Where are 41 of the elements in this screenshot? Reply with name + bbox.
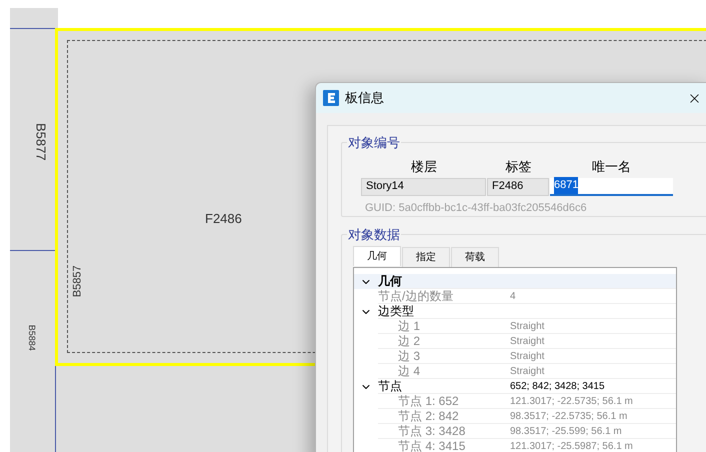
column-header: 标签 <box>504 158 532 176</box>
property-label: 几何 <box>378 274 403 288</box>
property-label: 边 2 <box>397 334 422 348</box>
member-label: B5877 <box>32 122 50 161</box>
column-header: 楼层 <box>410 158 438 176</box>
window-title: 板信息 <box>345 89 384 108</box>
property-value: 4 <box>510 290 516 303</box>
property-label: 边 3 <box>397 349 422 363</box>
text-field[interactable]: Story14 <box>361 178 486 196</box>
property-value: Straight <box>510 350 544 363</box>
property-label: 节点/边的数量 <box>378 289 454 303</box>
property-label: 节点 3: 3428 <box>397 424 466 438</box>
property-label: 节点 1: 652 <box>397 394 460 408</box>
column-header: 唯一名 <box>591 158 632 176</box>
field-value: F2486 <box>492 179 524 194</box>
property-label: 边 1 <box>397 319 422 333</box>
property-value: 98.3517; -25.599; 56.1 m <box>510 425 622 438</box>
property-value: Straight <box>510 335 544 348</box>
property-label: 边 4 <box>397 364 422 378</box>
property-value: 121.3017; -25.5987; 56.1 m <box>510 440 633 452</box>
tab[interactable]: 几何 <box>353 246 401 266</box>
property-value: 652; 842; 3428; 3415 <box>510 380 605 393</box>
property-label: 边类型 <box>378 304 415 318</box>
text-field[interactable]: F2486 <box>487 178 549 196</box>
field-value: 6871 <box>554 177 578 194</box>
text-field[interactable]: 6871 <box>550 178 673 196</box>
guid-text: GUID: 5a0cffbb-bc1c-43ff-ba03fc205546d6c6 <box>365 200 588 216</box>
property-value: Straight <box>510 320 544 333</box>
property-label: 节点 <box>378 379 403 393</box>
tab[interactable]: 指定 <box>402 247 450 267</box>
tab[interactable]: 荷载 <box>451 247 499 267</box>
app-logo-icon <box>323 90 339 106</box>
member-label: B5857 <box>70 265 85 298</box>
property-value: Straight <box>510 365 544 378</box>
property-value: 121.3017; -22.5735; 56.1 m <box>510 395 633 408</box>
member-label: F2486 <box>205 210 242 228</box>
property-value: 98.3517; -22.5735; 56.1 m <box>510 410 628 423</box>
member-label: B5884 <box>26 324 38 351</box>
property-label: 节点 2: 842 <box>397 409 460 423</box>
property-label: 节点 4: 3415 <box>397 439 466 452</box>
field-value: Story14 <box>366 179 404 194</box>
